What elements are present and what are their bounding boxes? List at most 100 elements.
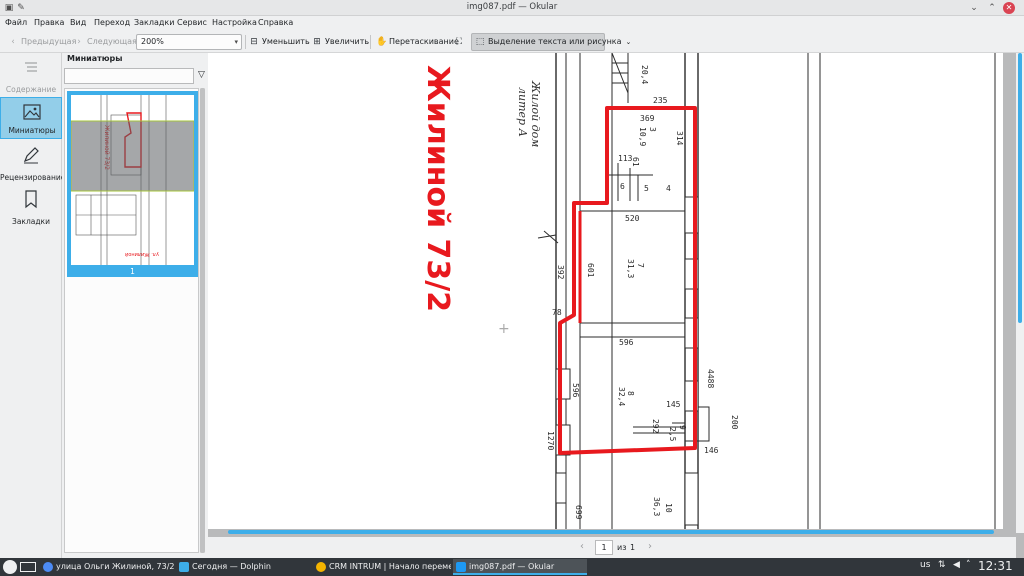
sidebar-item-contents[interactable]: Содержание [0, 53, 62, 97]
task-label: img087.pdf — Okular [469, 562, 555, 571]
selection-zoom-icon: ⛶ [455, 37, 463, 47]
thumbnails-icon [23, 104, 41, 120]
menu-settings[interactable]: Настройка [212, 18, 257, 27]
dim-label: 31,3 [626, 259, 635, 278]
dim-label: 596 [619, 338, 634, 347]
toolbar-separator [370, 35, 371, 49]
dim-label: 32,4 [617, 387, 626, 406]
page-number-input[interactable]: 1 [595, 540, 613, 555]
zoom-out-icon: ⊟ [250, 37, 258, 47]
chrome-icon [316, 562, 326, 572]
next-page-button[interactable]: › Следующая [74, 34, 137, 49]
menu-help[interactable]: Справка [258, 18, 293, 27]
network-icon[interactable]: ⇅ [938, 560, 946, 570]
clock[interactable]: 12:31 [978, 559, 1013, 573]
dim-label: 78 [552, 308, 562, 317]
task-chrome-crm[interactable]: CRM INTRUM | Начало перемен, ... [313, 559, 451, 575]
dim-label: 6 [620, 182, 625, 191]
menu-view[interactable]: Вид [70, 18, 86, 27]
thumbnail-list[interactable]: Жилиной 73/2 ул. Жилиной 1 [64, 88, 199, 553]
title-bar: ▣ ✎ img087.pdf — Okular ⌄ ⌃ ✕ [0, 0, 1024, 16]
menu-edit[interactable]: Правка [34, 18, 64, 27]
minimize-icon[interactable]: ⌄ [968, 2, 980, 14]
menu-file[interactable]: Файл [5, 18, 27, 27]
dim-label: 9 [678, 425, 687, 430]
document-viewer[interactable]: Жилиной 73/2 Жилой дом литер А 20,4 235 … [208, 53, 1024, 558]
printed-label-line1: Жилой дом [529, 80, 542, 147]
page-total-label: 1 [630, 543, 636, 552]
dim-label: 8 [626, 391, 635, 396]
dim-label: 3 [648, 127, 657, 132]
thumbnail-page-1[interactable]: Жилиной 73/2 ул. Жилиной 1 [67, 91, 198, 277]
dim-label: 5 [644, 184, 649, 193]
chrome-icon [43, 562, 53, 572]
sidebar-item-contents-label: Содержание [5, 85, 57, 94]
thumbnail-scrollbar-handle[interactable] [200, 88, 205, 553]
sidebar-item-review[interactable]: Рецензирование [0, 141, 65, 185]
next-page-chevron-icon[interactable]: › [648, 541, 652, 552]
dim-label: 601 [586, 263, 595, 278]
page-navigation-bar: ‹ 1 из 1 › [208, 537, 1016, 558]
app-launcher-icon[interactable] [3, 560, 17, 574]
chevron-right-icon: › [77, 37, 81, 47]
sidebar-item-bookmarks[interactable]: Закладки [0, 185, 62, 229]
tray-expand-icon[interactable]: ˄ [966, 560, 971, 570]
filter-icon[interactable]: ▽ [198, 70, 205, 80]
sidebar-item-thumbnails[interactable]: Миниатюры [0, 97, 62, 139]
thumbnail-search-input[interactable] [64, 68, 194, 84]
keyboard-layout[interactable]: us [920, 560, 930, 570]
menu-bar: Файл Правка Вид Переход Закладки Сервис … [0, 16, 1024, 30]
close-icon[interactable]: ✕ [1003, 2, 1015, 14]
dim-label: 392 [556, 265, 565, 280]
dim-label: 2,5 [668, 427, 677, 442]
dim-label: 4488 [706, 369, 715, 388]
maximize-icon[interactable]: ⌃ [986, 2, 998, 14]
zoom-select[interactable]: 200% ▾ [136, 34, 242, 50]
folder-icon [179, 562, 189, 572]
zoom-in-button[interactable]: ⊞ Увеличить [312, 34, 369, 49]
dim-label: 596 [571, 383, 580, 398]
taskbar: улица Ольги Жилиной, 73/2 — 2... Сегодня… [0, 558, 1024, 576]
dim-label: 235 [653, 96, 668, 105]
previous-page-button[interactable]: ‹ Предыдущая [8, 34, 76, 49]
floor-plan-drawing: Жилиной 73/2 Жилой дом литер А 20,4 235 … [420, 53, 996, 529]
dim-label: 520 [625, 214, 640, 223]
dim-label: 200 [730, 415, 739, 430]
printed-label-line2: литер А [516, 87, 529, 137]
zoom-in-label: Увеличить [325, 37, 370, 46]
task-okular[interactable]: img087.pdf — Okular [453, 559, 587, 575]
task-dolphin[interactable]: Сегодня — Dolphin [176, 559, 310, 575]
okular-icon [456, 562, 466, 572]
page-of-label: из [617, 543, 627, 552]
zoom-out-button[interactable]: ⊟ Уменьшить [249, 34, 309, 49]
dim-label: 292 [651, 419, 660, 434]
thumbnail-scrollbar[interactable] [200, 88, 205, 553]
chevron-left-icon: ‹ [11, 37, 15, 47]
thumbnail-page-number: 1 [130, 267, 135, 276]
sidebar-item-bookmarks-label: Закладки [12, 217, 50, 226]
menu-bookmarks[interactable]: Закладки [134, 18, 174, 27]
menu-tools[interactable]: Сервис [177, 18, 207, 27]
dim-label: 113 [618, 154, 633, 163]
horizontal-scrollbar[interactable] [228, 530, 994, 534]
sidebar: Содержание Миниатюры Рецензирование Закл… [0, 53, 65, 558]
document-page[interactable]: Жилиной 73/2 Жилой дом литер А 20,4 235 … [208, 53, 1003, 529]
show-desktop-icon[interactable] [20, 562, 36, 572]
window-title: img087.pdf — Okular [466, 2, 558, 12]
menu-go[interactable]: Переход [94, 18, 130, 27]
zoom-tool-button[interactable]: ⛶ [454, 34, 467, 49]
contents-icon [25, 62, 37, 72]
previous-page-chevron-icon[interactable]: ‹ [580, 541, 584, 552]
bookmarks-icon [25, 190, 37, 209]
volume-icon[interactable]: ◀ [953, 560, 960, 570]
dim-label: 699 [574, 505, 583, 520]
zoom-in-icon: ⊞ [313, 37, 321, 47]
task-chrome-address[interactable]: улица Ольги Жилиной, 73/2 — 2... [40, 559, 174, 575]
vertical-scrollbar-handle[interactable] [1018, 53, 1022, 323]
task-label: CRM INTRUM | Начало перемен, ... [329, 562, 451, 571]
browse-tool-button[interactable]: ✋ Перетаскивание [376, 34, 459, 49]
vertical-scrollbar[interactable] [1016, 53, 1024, 533]
handwritten-address: Жилиной 73/2 [420, 65, 455, 312]
text-selection-tool-label: Выделение текста или рисунка [488, 37, 622, 46]
dim-label: 61 [631, 157, 640, 167]
